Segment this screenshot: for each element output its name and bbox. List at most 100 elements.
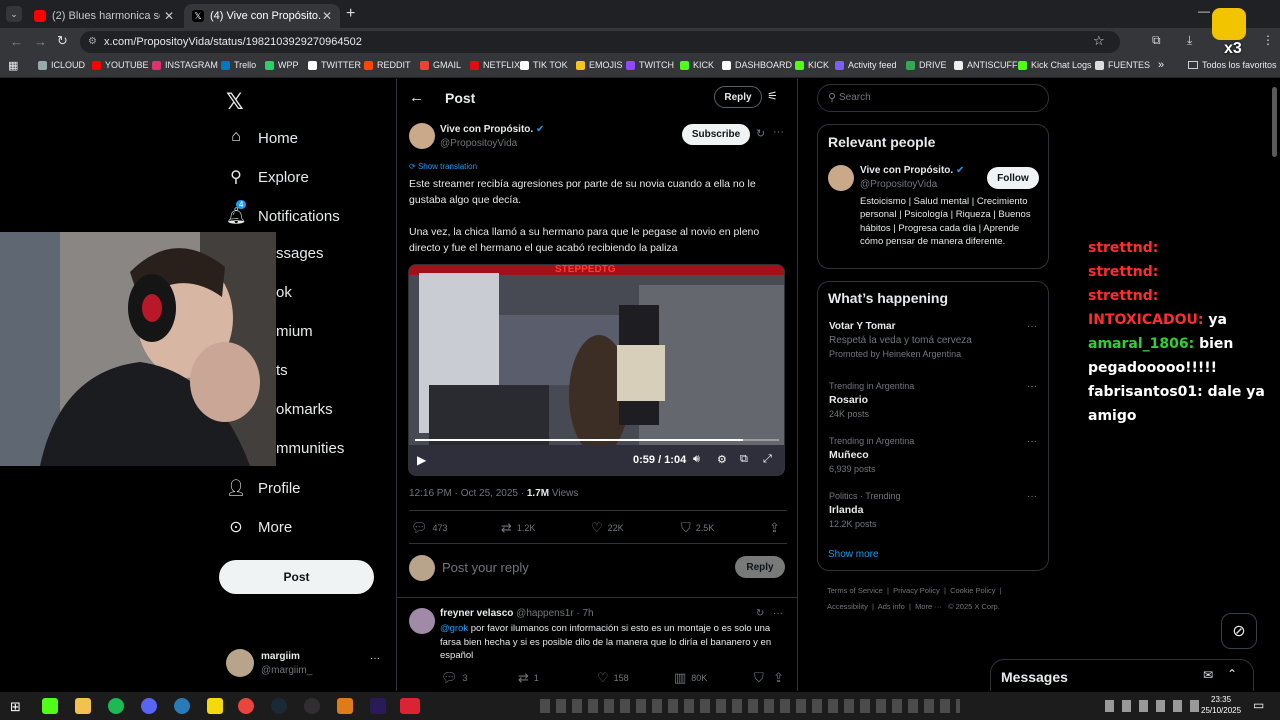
bookmark-item[interactable]: REDDIT — [364, 60, 411, 70]
volume-icon[interactable]: 🔊︎ — [693, 453, 700, 466]
tab-search-button[interactable]: ⌄ — [6, 6, 22, 22]
trend-more-icon[interactable]: ··· — [1027, 321, 1037, 332]
comment-repost-stat[interactable]: ⇄ 1 — [518, 670, 539, 686]
bookmark-item[interactable]: NETFLIX — [470, 60, 520, 70]
spotify-icon[interactable] — [108, 698, 124, 714]
new-message-icon[interactable]: ✉ — [1203, 668, 1213, 682]
nav-more[interactable]: ⊙ More — [226, 517, 292, 537]
post-more-icon[interactable]: ··· — [773, 126, 784, 138]
notes-icon[interactable] — [207, 698, 223, 714]
subscribe-button[interactable]: Subscribe — [682, 124, 750, 145]
close-tab-icon[interactable]: ✕ — [164, 9, 174, 23]
bookmark-item[interactable]: YOUTUBE — [92, 60, 149, 70]
trend-item[interactable]: Trending in Argentina Rosario 24K posts ··· — [829, 381, 1039, 419]
minimize-button[interactable]: — — [1198, 4, 1210, 18]
account-switcher[interactable]: margiim @margiim_ ··· — [226, 649, 386, 679]
bookmark-star-icon[interactable]: ☆ — [1093, 33, 1105, 49]
nav-notifications[interactable]: 🔔︎ 4 Notifications — [226, 200, 340, 226]
file-explorer-icon[interactable] — [75, 698, 91, 714]
person-name[interactable]: Vive con Propósito. ✔ — [860, 165, 964, 176]
nav-explore[interactable]: ⚲ Explore — [226, 167, 309, 187]
nav-premium[interactable]: mium — [276, 323, 313, 340]
close-tab-icon[interactable]: ✕ — [322, 9, 332, 23]
comment-more-icon[interactable]: ··· — [773, 608, 783, 619]
share-icon[interactable]: ⇪ — [769, 520, 785, 536]
bookmark-item[interactable]: DRIVE — [906, 60, 947, 70]
footer-links-2[interactable]: Accessibility | Ads info | More ··· © 20… — [827, 602, 1000, 611]
bookmark-item[interactable]: TIK TOK — [520, 60, 568, 70]
scrollbar[interactable] — [1272, 87, 1277, 157]
steam-icon[interactable] — [271, 698, 287, 714]
comment-reply-stat[interactable]: 💬︎ 3 — [441, 670, 468, 686]
bookmark-item[interactable]: WPP — [265, 60, 299, 70]
download-icon[interactable]: ⤓ — [1187, 33, 1192, 48]
app-icon[interactable] — [400, 698, 420, 714]
expand-icon[interactable]: ⌃ — [1227, 667, 1237, 681]
comment-grok-icon[interactable]: ↻ — [756, 608, 764, 619]
nav-profile[interactable]: 👤︎ Profile — [226, 478, 301, 498]
system-tray-icons[interactable] — [540, 699, 960, 713]
comment-avatar[interactable] — [409, 608, 435, 634]
bookmark-item[interactable]: ANTISCUFF — [954, 60, 1018, 70]
reply-submit-button[interactable]: Reply — [735, 556, 785, 578]
site-info-icon[interactable]: ⚙ — [88, 31, 97, 53]
bookmark-item[interactable]: KICK — [680, 60, 714, 70]
nav-communities[interactable]: mmunities — [276, 440, 344, 457]
url-field[interactable]: ⚙ x.com/PropositoyVida/status/1982103929… — [80, 31, 1120, 53]
x-logo-icon[interactable]: 𝕏 — [226, 89, 244, 115]
grok-floating-button[interactable]: ⊘ — [1221, 613, 1257, 649]
bookmark-item[interactable]: DASHBOARD — [722, 60, 792, 70]
comment-author[interactable]: freyner velasco — [440, 608, 513, 619]
author-name[interactable]: Vive con Propósito. ✔ — [440, 124, 544, 135]
reply-input[interactable]: Post your reply — [442, 560, 529, 575]
start-icon[interactable]: ⊞ — [10, 699, 21, 715]
reload-icon[interactable]: ↻ — [57, 33, 68, 49]
filter-icon[interactable]: ⚟ — [767, 89, 778, 103]
nav-messages[interactable]: ssages — [276, 245, 324, 262]
grok-icon[interactable]: ↻ — [756, 127, 765, 140]
bookmark-item[interactable]: INSTAGRAM — [152, 60, 218, 70]
bookmark-item[interactable]: Activity feed — [835, 60, 897, 70]
bookmark-item[interactable]: FUENTES — [1095, 60, 1150, 70]
like-stat[interactable]: ♡ 22K — [591, 520, 624, 536]
nav-bookmarks[interactable]: okmarks — [276, 401, 333, 418]
video-player[interactable]: STEPPEDTG ▶ 0:59 / 1:04 🔊︎ ⚙ ⧉ ⤢ — [408, 264, 785, 476]
notification-center-icon[interactable]: ▭ — [1253, 698, 1264, 712]
nav-lists[interactable]: ts — [276, 362, 288, 379]
new-tab-button[interactable]: + — [346, 5, 355, 23]
bookmark-item[interactable]: ICLOUD — [38, 60, 85, 70]
repost-stat[interactable]: ⇄ 1.2K — [501, 520, 535, 536]
comment-views-stat[interactable]: ▥ 80K — [674, 670, 707, 686]
account-more-icon[interactable]: ··· — [370, 653, 380, 664]
bookmark-item[interactable]: EMOJIS — [576, 60, 623, 70]
play-icon[interactable]: ▶ — [417, 453, 426, 467]
author-avatar[interactable] — [409, 123, 435, 149]
bookmark-item[interactable]: TWITTER — [308, 60, 361, 70]
show-more-link[interactable]: Show more — [828, 549, 879, 560]
kick-icon[interactable] — [42, 698, 58, 714]
tab-youtube[interactable]: (2) Blues harmonica solo - YouT ✕ — [26, 4, 182, 28]
trend-item[interactable]: Trending in Argentina Muñeco 6,939 posts ··… — [829, 436, 1039, 474]
app-icon[interactable] — [337, 698, 353, 714]
back-icon[interactable]: ← — [10, 34, 23, 49]
follow-button[interactable]: Follow — [987, 167, 1039, 189]
extensions-icon[interactable]: ⧉ — [1152, 33, 1161, 48]
reply-stat[interactable]: 💬︎ 473 — [411, 520, 448, 536]
comment-share-icon[interactable]: ⇪ — [773, 670, 789, 686]
nav-home[interactable]: ⌂ Home — [226, 128, 298, 148]
bookmarks-more-button[interactable]: » — [1158, 59, 1164, 71]
bookmark-item[interactable]: Trello — [221, 60, 256, 70]
video-progress-track[interactable] — [415, 439, 779, 441]
settings-icon[interactable]: ⚙ — [717, 453, 727, 466]
premiere-icon[interactable] — [370, 698, 386, 714]
comment-like-stat[interactable]: ♡ 158 — [597, 670, 629, 686]
obs-icon[interactable] — [304, 698, 320, 714]
trend-more-icon[interactable]: ··· — [1027, 436, 1037, 447]
bookmark-stat[interactable]: ⛉ 2.5K — [681, 520, 714, 536]
forward-icon[interactable]: → — [34, 34, 47, 49]
fullscreen-icon[interactable]: ⤢ — [763, 453, 772, 466]
header-reply-button[interactable]: Reply — [714, 86, 762, 108]
apps-icon[interactable]: ▦ — [8, 59, 18, 72]
bookmark-item[interactable]: GMAIL — [420, 60, 461, 70]
messages-drawer[interactable]: Messages ✉ ⌃ — [990, 659, 1254, 691]
